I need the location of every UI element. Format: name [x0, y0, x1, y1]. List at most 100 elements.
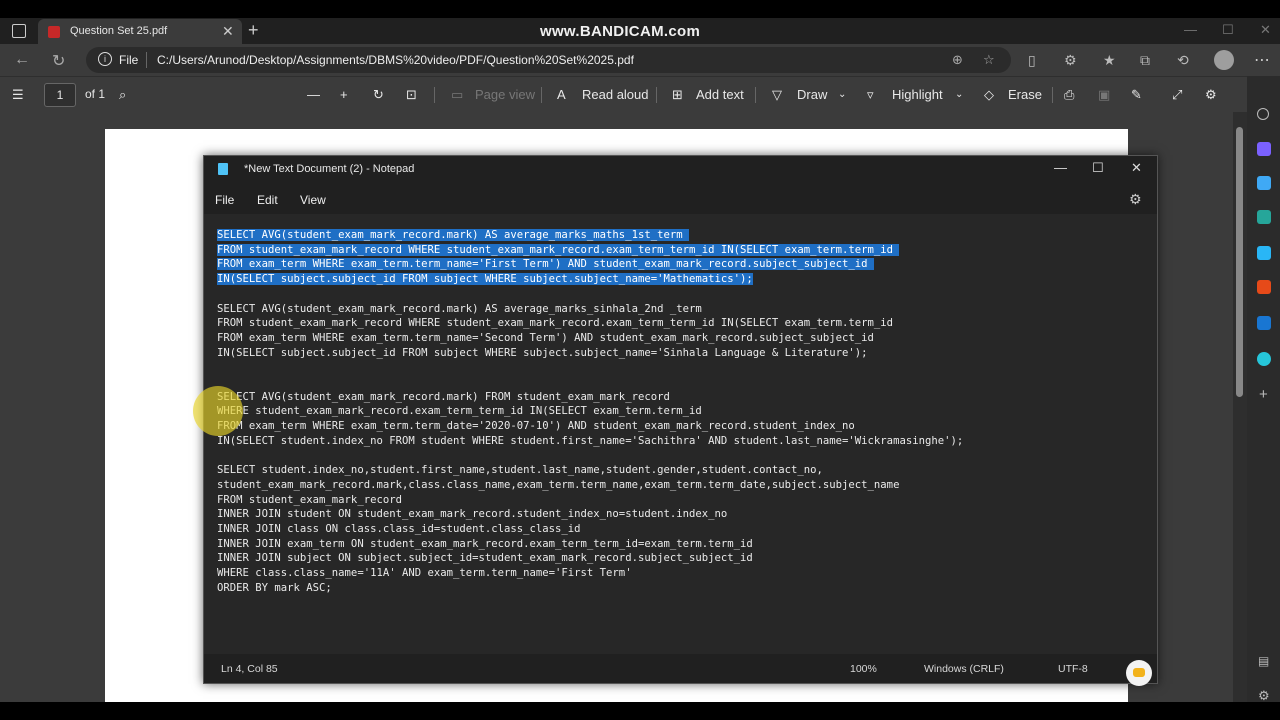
save-as-icon[interactable]: ✎	[1131, 87, 1142, 103]
notepad-window: *New Text Document (2) - Notepad — ☐ ✕ F…	[203, 155, 1158, 684]
zoom-level: 100%	[850, 663, 877, 675]
add-text-button[interactable]: Add text	[696, 87, 744, 102]
vertical-scrollbar[interactable]	[1233, 112, 1247, 702]
toolbar-divider	[656, 87, 657, 103]
address-bar: ← ↻ i File C:/Users/Arunod/Desktop/Assig…	[0, 44, 1280, 76]
url-field[interactable]: i File C:/Users/Arunod/Desktop/Assignmen…	[86, 47, 1011, 73]
refresh-icon[interactable]: ↻	[52, 51, 65, 71]
toolbar-divider	[755, 87, 756, 103]
add-sidebar-icon[interactable]: +	[1259, 386, 1268, 403]
more-icon[interactable]: ⋯	[1254, 50, 1270, 70]
page-view-icon: ▭	[451, 87, 464, 102]
letterbox-bottom	[0, 702, 1280, 720]
draw-chevron-down-icon[interactable]: ⌄	[838, 89, 846, 100]
maximize-icon[interactable]: ☐	[1222, 22, 1234, 38]
notepad-menubar: File Edit View ⚙	[204, 182, 1157, 214]
copilot-button[interactable]	[1126, 660, 1152, 686]
settings-icon[interactable]: ⚙	[1205, 87, 1217, 103]
collections-icon[interactable]: ⧉	[1140, 52, 1150, 69]
notepad-close-icon[interactable]: ✕	[1131, 160, 1142, 176]
tab-pdf[interactable]: Question Set 25.pdf ✕	[38, 19, 242, 44]
menu-edit[interactable]: Edit	[257, 193, 278, 207]
url-text[interactable]: C:/Users/Arunod/Desktop/Assignments/DBMS…	[157, 53, 634, 67]
search-sidebar-icon[interactable]	[1257, 108, 1269, 120]
bandicam-watermark: www.BANDICAM.com	[540, 23, 701, 40]
encoding: UTF-8	[1058, 663, 1088, 675]
zoom-in-icon[interactable]: +	[340, 87, 348, 102]
cursor-position: Ln 4, Col 85	[221, 663, 278, 675]
toolbar-divider	[541, 87, 542, 103]
office-icon[interactable]	[1257, 280, 1271, 294]
rotate-icon[interactable]: ↻	[373, 87, 384, 103]
cursor-highlight	[193, 386, 243, 436]
menu-file[interactable]: File	[215, 193, 234, 207]
tab-close-button[interactable]: ✕	[222, 23, 234, 40]
notepad-settings-icon[interactable]: ⚙	[1129, 191, 1142, 208]
shopping-icon[interactable]	[1257, 176, 1271, 190]
selected-line[interactable]: SELECT AVG(student_exam_mark_record.mark…	[217, 229, 689, 241]
tools-icon[interactable]	[1257, 210, 1271, 224]
fit-page-icon[interactable]: ⊡	[406, 87, 417, 103]
erase-icon: ◇	[984, 87, 994, 102]
notepad-titlebar[interactable]: *New Text Document (2) - Notepad — ☐ ✕	[204, 156, 1157, 182]
history-icon[interactable]: ⟲	[1177, 52, 1189, 69]
copilot-icon[interactable]	[1257, 142, 1271, 156]
url-separator	[146, 52, 147, 68]
info-icon[interactable]: i	[98, 52, 112, 66]
notepad-icon	[218, 163, 228, 175]
outlook-icon[interactable]	[1257, 316, 1271, 330]
window-close-icon[interactable]: ✕	[1260, 22, 1271, 38]
drop-icon[interactable]	[1257, 352, 1271, 366]
new-tab-button[interactable]: +	[248, 20, 259, 41]
pdf-icon	[48, 26, 60, 38]
selected-line[interactable]: IN(SELECT subject.subject_id FROM subjec…	[217, 273, 753, 286]
notepad-title: *New Text Document (2) - Notepad	[244, 163, 415, 175]
favorites-icon[interactable]: ★	[1103, 52, 1116, 69]
unselected-text[interactable]: SELECT AVG(student_exam_mark_record.mark…	[217, 303, 963, 594]
print-icon[interactable]: ⎙	[1064, 87, 1074, 103]
editor-text[interactable]: SELECT AVG(student_exam_mark_record.mark…	[217, 228, 963, 596]
tab-strip: Question Set 25.pdf ✕ + www.BANDICAM.com…	[0, 18, 1280, 44]
fullscreen-icon[interactable]: ⤢	[1172, 87, 1182, 103]
games-icon[interactable]	[1257, 246, 1271, 260]
minimize-icon[interactable]: —	[1184, 22, 1197, 37]
line-ending: Windows (CRLF)	[924, 663, 1004, 675]
file-label: File	[119, 53, 139, 67]
page-number-input[interactable]: 1	[44, 83, 76, 107]
favorite-add-icon[interactable]: ☆	[983, 52, 995, 68]
extensions-icon[interactable]: ⚙	[1064, 52, 1077, 69]
contents-icon[interactable]: ☰	[12, 87, 24, 103]
notepad-maximize-icon[interactable]: ☐	[1092, 160, 1104, 176]
notepad-statusbar: Ln 4, Col 85 100% Windows (CRLF) UTF-8	[204, 654, 1157, 683]
sidebar-panel-icon[interactable]: ▤	[1258, 654, 1269, 668]
zoom-out-icon[interactable]: —	[307, 87, 320, 102]
reading-view-icon[interactable]: ▯	[1028, 52, 1036, 69]
highlight-icon: ▿	[867, 87, 874, 102]
page-count: of 1	[85, 87, 106, 101]
screen: Question Set 25.pdf ✕ + www.BANDICAM.com…	[0, 0, 1280, 720]
notepad-minimize-icon[interactable]: —	[1054, 160, 1067, 175]
draw-button[interactable]: Draw	[797, 87, 827, 102]
toolbar-divider	[434, 87, 435, 103]
menu-view[interactable]: View	[300, 193, 326, 207]
tab-actions-icon[interactable]	[12, 24, 26, 38]
draw-icon: ▽	[772, 87, 782, 102]
selected-line[interactable]: FROM student_exam_mark_record WHERE stud…	[217, 243, 900, 256]
zoom-icon[interactable]: ⊕	[952, 52, 963, 68]
tab-title: Question Set 25.pdf	[70, 25, 168, 37]
handshake-icon	[1133, 668, 1145, 677]
scrollbar-thumb[interactable]	[1236, 127, 1243, 397]
toolbar-divider	[1052, 87, 1053, 103]
read-aloud-button[interactable]: Read aloud	[582, 87, 649, 102]
erase-button[interactable]: Erase	[1008, 87, 1042, 102]
highlight-chevron-down-icon[interactable]: ⌄	[955, 89, 963, 100]
selected-line[interactable]: FROM exam_term WHERE exam_term.term_name…	[217, 258, 874, 271]
profile-avatar[interactable]	[1214, 50, 1234, 70]
back-icon[interactable]: ←	[14, 51, 30, 69]
read-aloud-icon: A	[557, 87, 566, 102]
edge-sidebar: + ▤ ⚙	[1247, 76, 1280, 703]
highlight-button[interactable]: Highlight	[892, 87, 943, 102]
text-editor[interactable]: SELECT AVG(student_exam_mark_record.mark…	[204, 214, 1157, 654]
search-icon[interactable]: ⌕	[119, 87, 126, 103]
save-icon: ▣	[1098, 87, 1111, 102]
